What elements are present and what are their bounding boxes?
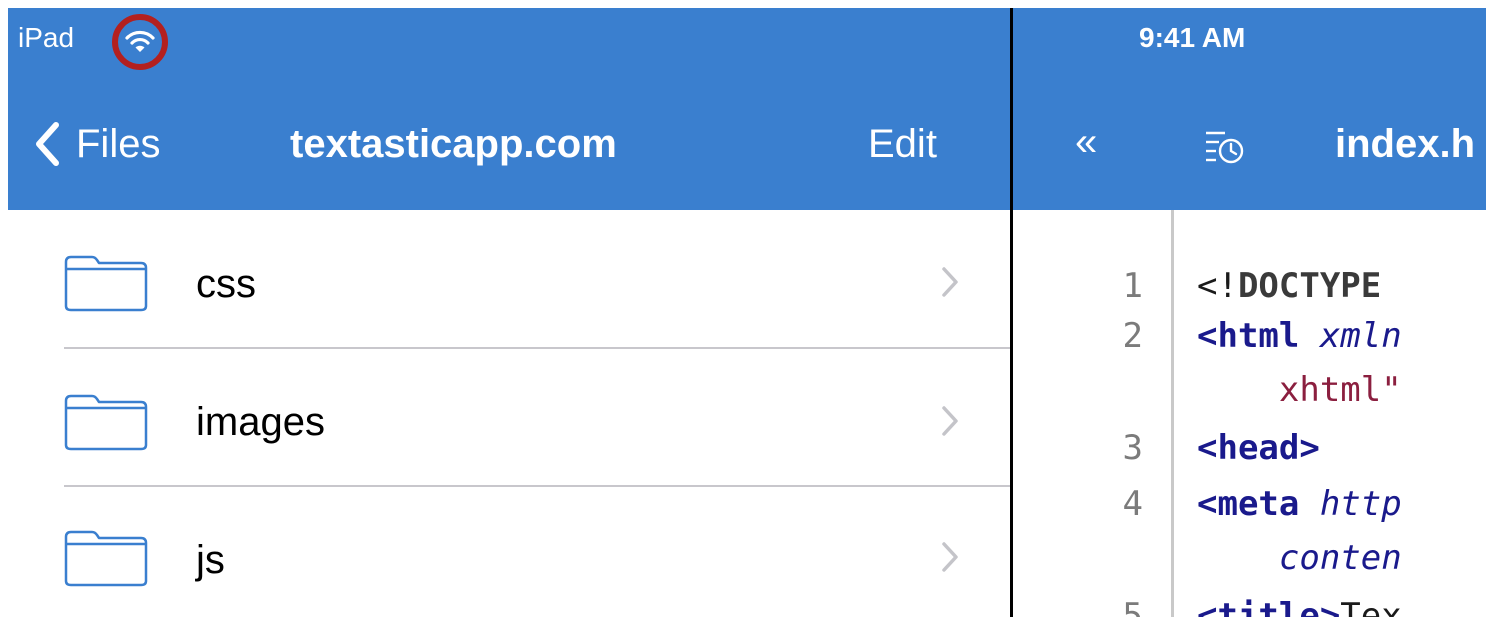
chevron-right-icon: [942, 542, 958, 572]
code-token: <head>: [1197, 428, 1320, 468]
folder-row-images[interactable]: images: [8, 349, 1010, 488]
code-line: <head>: [1197, 428, 1320, 468]
folder-icon: [64, 394, 148, 451]
code-line: xhtml": [1197, 370, 1402, 410]
code-token: DOCTYPE: [1237, 266, 1382, 306]
chevron-right-icon: [942, 406, 958, 436]
code-line: <html xmln: [1197, 316, 1402, 356]
back-to-files-button[interactable]: Files: [34, 116, 160, 172]
recent-files-icon[interactable]: [1203, 124, 1247, 168]
line-number: 4: [1122, 484, 1143, 524]
gutter-divider: [1171, 210, 1174, 617]
folder-icon: [64, 255, 148, 312]
device-label: iPad: [18, 22, 75, 53]
collapse-icon[interactable]: «: [1075, 120, 1097, 165]
folder-name: images: [196, 400, 325, 444]
back-label: Files: [76, 121, 161, 166]
editor-header: 9:41 AM « index.h: [1013, 8, 1486, 210]
editor-panel: 9:41 AM « index.h 1 <!DOCTYPE 2 <html xmln …: [1013, 8, 1486, 617]
line-number: 3: [1122, 428, 1143, 468]
folder-title: textasticapp.com: [290, 122, 617, 166]
code-token: <title>: [1197, 596, 1341, 617]
code-line: <!DOCTYPE: [1197, 266, 1381, 306]
wifi-icon: [125, 30, 155, 52]
folder-row-css[interactable]: css: [8, 210, 1010, 349]
code-token: <!: [1197, 266, 1238, 306]
code-token: xmln: [1299, 316, 1402, 356]
code-token: xhtml": [1197, 370, 1402, 410]
folder-row-js[interactable]: js: [8, 487, 1010, 617]
status-time: 9:41 AM: [1139, 22, 1246, 53]
wifi-highlight-circle: [112, 14, 168, 70]
code-token: conten: [1197, 538, 1402, 578]
code-line: <meta http: [1197, 484, 1402, 524]
code-token: <html: [1197, 316, 1300, 356]
code-token: <meta: [1197, 484, 1300, 524]
line-number: 1: [1122, 266, 1143, 306]
folder-name: css: [196, 262, 256, 306]
file-browser-panel: iPad Files textasticapp.com Edit css ima…: [8, 8, 1010, 617]
ipad-screen: iPad Files textasticapp.com Edit css ima…: [8, 8, 1486, 617]
code-line: <title>Tex: [1197, 596, 1402, 617]
code-token: Tex: [1340, 596, 1402, 617]
line-number: 2: [1122, 316, 1143, 356]
back-chevron-icon: [36, 122, 59, 166]
code-token: http: [1299, 484, 1402, 524]
file-title: index.h: [1335, 122, 1476, 166]
code-line: conten: [1197, 538, 1402, 578]
folder-icon: [64, 530, 148, 587]
file-browser-header: iPad Files textasticapp.com Edit: [8, 8, 1010, 210]
line-number: 5: [1122, 596, 1143, 617]
chevron-right-icon: [942, 267, 958, 297]
edit-button[interactable]: Edit: [868, 116, 937, 172]
folder-name: js: [196, 538, 225, 582]
